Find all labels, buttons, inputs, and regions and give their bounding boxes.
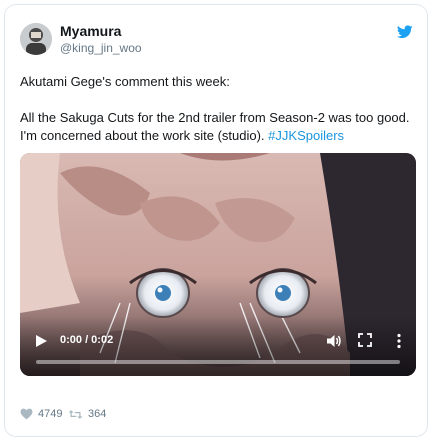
video-time-label: 0:00 / 0:02 (60, 334, 114, 346)
user-avatar-icon[interactable] (20, 23, 52, 55)
retweet-icon (68, 409, 83, 419)
heart-icon (20, 408, 33, 420)
more-options-icon[interactable] (396, 333, 402, 349)
volume-icon[interactable] (326, 333, 342, 349)
tweet-card[interactable]: Myamura @king_jin_woo Akutami Gege's com… (4, 4, 428, 437)
video-player[interactable]: 0:00 / 0:02 (20, 153, 416, 376)
tweet-line-1: Akutami Gege's comment this week: (20, 74, 230, 89)
like-button[interactable]: 4749 (20, 405, 62, 423)
hashtag-link[interactable]: #JJKSpoilers (268, 128, 344, 143)
tweet-line-2: All the Sakuga Cuts for the 2nd trailer … (20, 110, 410, 125)
twitter-bird-icon[interactable] (397, 25, 413, 39)
like-count: 4749 (38, 408, 63, 420)
fullscreen-icon[interactable] (358, 333, 372, 347)
author-name[interactable]: Myamura (60, 23, 121, 39)
video-progress-bar[interactable] (36, 360, 400, 364)
play-icon[interactable] (34, 334, 48, 348)
retweet-count: 364 (88, 408, 107, 420)
tweet-line-3-text: I'm concerned about the work site (studi… (20, 128, 265, 143)
tweet-text: Akutami Gege's comment this week: All th… (20, 73, 420, 145)
retweet-button[interactable]: 364 (68, 405, 106, 423)
tweet-line-3: I'm concerned about the work site (studi… (20, 127, 420, 145)
author-handle[interactable]: @king_jin_woo (60, 41, 142, 55)
video-controls: 0:00 / 0:02 (20, 316, 416, 376)
